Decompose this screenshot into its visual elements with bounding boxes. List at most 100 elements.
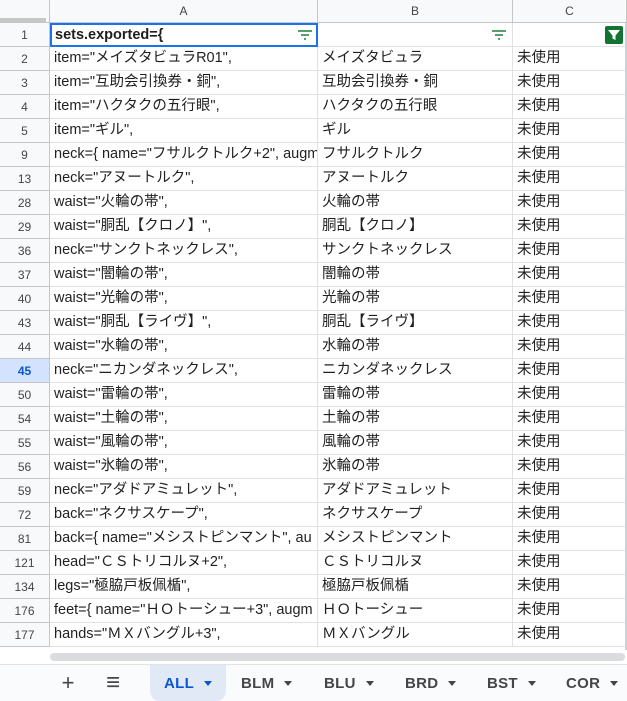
row-number[interactable]: 177 (0, 623, 50, 647)
cell-status[interactable]: 未使用 (513, 551, 627, 575)
row-number[interactable]: 29 (0, 215, 50, 239)
sheet-tab-all[interactable]: ALL (150, 665, 227, 701)
cell-status[interactable]: 未使用 (513, 167, 627, 191)
cell-item-name[interactable]: ハクタクの五行眼 (318, 95, 513, 119)
cell-status[interactable]: 未使用 (513, 143, 627, 167)
row-number[interactable]: 43 (0, 311, 50, 335)
cell-status[interactable]: 未使用 (513, 71, 627, 95)
cell-item-code[interactable]: item="ハクタクの五行眼", (50, 95, 318, 119)
chevron-down-icon[interactable] (365, 680, 374, 686)
cell-item-name[interactable]: 互助会引換券・銅 (318, 71, 513, 95)
cell-item-code[interactable]: waist="水輪の帯", (50, 335, 318, 359)
cell-status[interactable]: 未使用 (513, 575, 627, 599)
cell-item-name[interactable]: アダドアミュレット (318, 479, 513, 503)
cell-item-code[interactable]: hands="ＭＸバングル+3", (50, 623, 318, 647)
plus-icon[interactable]: + (53, 665, 83, 701)
cell-item-name[interactable]: メシストピンマント (318, 527, 513, 551)
row-number[interactable]: 44 (0, 335, 50, 359)
cell-item-code[interactable]: waist="雷輪の帯", (50, 383, 318, 407)
cell-status[interactable]: 未使用 (513, 239, 627, 263)
cell-status[interactable]: 未使用 (513, 623, 627, 647)
row-number[interactable]: 37 (0, 263, 50, 287)
filter-icon[interactable] (296, 28, 314, 42)
cell-item-code[interactable]: back={ name="メシストピンマント", au (50, 527, 318, 551)
cell-item-name[interactable]: 火輪の帯 (318, 191, 513, 215)
cell-item-code[interactable]: item="互助会引換券・銅", (50, 71, 318, 95)
cell-item-name[interactable]: メイズタビュラ (318, 47, 513, 71)
cell-status[interactable]: 未使用 (513, 287, 627, 311)
cell-item-code[interactable]: waist="胴乱【ライヴ】", (50, 311, 318, 335)
cell-status[interactable]: 未使用 (513, 503, 627, 527)
row-number[interactable]: 13 (0, 167, 50, 191)
cell-item-name[interactable]: フサルクトルク (318, 143, 513, 167)
cell-item-code[interactable]: neck={ name="フサルクトルク+2", augm (50, 143, 318, 167)
sheet-tab-blm[interactable]: BLM (241, 665, 293, 701)
column-header-b[interactable]: B (318, 0, 513, 23)
sheet-tab-cor[interactable]: COR (566, 665, 619, 701)
cell-item-name[interactable]: ネクサスケープ (318, 503, 513, 527)
row-number[interactable]: 3 (0, 71, 50, 95)
cell-item-name[interactable]: 氷輪の帯 (318, 455, 513, 479)
row-number[interactable]: 56 (0, 455, 50, 479)
cell-item-code[interactable]: waist="土輪の帯", (50, 407, 318, 431)
cell-item-name[interactable]: 胴乱【クロノ】 (318, 215, 513, 239)
cell-item-name[interactable]: ニカンダネックレス (318, 359, 513, 383)
row-number[interactable]: 36 (0, 239, 50, 263)
cell-status[interactable]: 未使用 (513, 431, 627, 455)
filter-icon[interactable] (490, 28, 508, 42)
cell-item-name[interactable]: 土輪の帯 (318, 407, 513, 431)
cell-status[interactable]: 未使用 (513, 47, 627, 71)
row-number[interactable]: 2 (0, 47, 50, 71)
row-number[interactable]: 28 (0, 191, 50, 215)
column-header-c[interactable]: C (513, 0, 627, 23)
cell-status[interactable]: 未使用 (513, 599, 627, 623)
cell-item-name[interactable]: 極脇戸板佩楯 (318, 575, 513, 599)
cell-status[interactable]: 未使用 (513, 95, 627, 119)
header-cell-c[interactable] (513, 23, 627, 47)
cell-item-code[interactable]: neck="サンクトネックレス", (50, 239, 318, 263)
row-number[interactable]: 59 (0, 479, 50, 503)
cell-item-code[interactable]: item="メイズタビュラR01", (50, 47, 318, 71)
cell-status[interactable]: 未使用 (513, 215, 627, 239)
cell-item-name[interactable]: サンクトネックレス (318, 239, 513, 263)
cell-status[interactable]: 未使用 (513, 359, 627, 383)
cell-status[interactable]: 未使用 (513, 191, 627, 215)
chevron-down-icon[interactable] (204, 680, 213, 686)
cell-status[interactable]: 未使用 (513, 119, 627, 143)
cell-item-code[interactable]: waist="胴乱【クロノ】", (50, 215, 318, 239)
cell-item-code[interactable]: waist="闇輪の帯", (50, 263, 318, 287)
cell-item-code[interactable]: waist="火輪の帯", (50, 191, 318, 215)
cell-status[interactable]: 未使用 (513, 383, 627, 407)
cell-status[interactable]: 未使用 (513, 455, 627, 479)
cell-item-name[interactable]: ＭＸバングル (318, 623, 513, 647)
hamburger-icon[interactable]: ≡ (98, 665, 128, 701)
chevron-down-icon[interactable] (610, 680, 619, 686)
filter-active-icon[interactable] (605, 26, 623, 44)
horizontal-scrollbar[interactable] (50, 653, 625, 661)
row-number[interactable]: 81 (0, 527, 50, 551)
cell-item-code[interactable]: neck="ニカンダネックレス", (50, 359, 318, 383)
cell-item-code[interactable]: neck="アダドアミュレット", (50, 479, 318, 503)
cell-status[interactable]: 未使用 (513, 263, 627, 287)
cell-item-name[interactable]: ギル (318, 119, 513, 143)
cell-item-name[interactable]: 雷輪の帯 (318, 383, 513, 407)
cell-item-name[interactable]: ＣＳトリコルヌ (318, 551, 513, 575)
cell-item-code[interactable]: feet={ name="ＨＯトーシュー+3", augm (50, 599, 318, 623)
cell-item-name[interactable]: 光輪の帯 (318, 287, 513, 311)
row-number[interactable]: 1 (0, 23, 50, 47)
cell-item-name[interactable]: 胴乱【ライヴ】 (318, 311, 513, 335)
cell-status[interactable]: 未使用 (513, 335, 627, 359)
cell-item-name[interactable]: アヌートルク (318, 167, 513, 191)
row-number[interactable]: 50 (0, 383, 50, 407)
row-number[interactable]: 72 (0, 503, 50, 527)
cell-item-name[interactable]: 闇輪の帯 (318, 263, 513, 287)
sheet-tab-blu[interactable]: BLU (324, 665, 374, 701)
cell-item-code[interactable]: neck="アヌートルク", (50, 167, 318, 191)
row-number[interactable]: 9 (0, 143, 50, 167)
sheet-tab-brd[interactable]: BRD (405, 665, 457, 701)
row-number[interactable]: 121 (0, 551, 50, 575)
chevron-down-icon[interactable] (448, 680, 457, 686)
row-number[interactable]: 5 (0, 119, 50, 143)
cell-item-name[interactable]: ＨＯトーシュー (318, 599, 513, 623)
row-number[interactable]: 134 (0, 575, 50, 599)
